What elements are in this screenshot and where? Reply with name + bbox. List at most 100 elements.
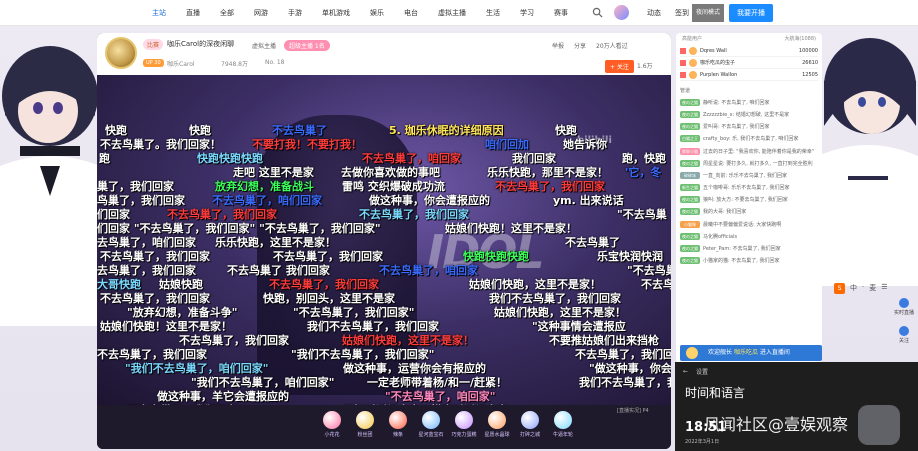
streamer-badge: 超级主播 1名 xyxy=(284,40,330,51)
chat-message[interactable]: 夜の之猫 小猫家的猫: 不去鸟巢了, 我们回家 xyxy=(680,255,818,267)
chat-message[interactable]: 夜の之猫 Zzzzzzbie_x: 结婚幻想破, 这里不是家 xyxy=(680,108,818,120)
rank-row[interactable]: Dqres Wall 100000 xyxy=(680,45,818,57)
ime-punct-toggle[interactable]: · xyxy=(862,283,864,294)
ime-lang-toggle[interactable]: 中 xyxy=(850,283,857,294)
flyout-title: 时间和语言 xyxy=(685,386,746,400)
start-live-button[interactable]: 我要开播 xyxy=(729,4,773,22)
gift-label: 粉丝团 xyxy=(357,432,373,438)
gift-bar: [直播实况] P4 小花花 粉丝团 辣条 星河蓝宝石 巧克力蛋糕 星愿水晶球 打碎之城 牛逼年… xyxy=(97,405,671,449)
nav-item-live[interactable]: 直播 xyxy=(176,8,210,18)
watch-count: 20万人看过 xyxy=(596,43,628,50)
tab-guard[interactable]: 大航海(1088) xyxy=(784,35,816,43)
gift-item[interactable]: 巧克力蛋糕 xyxy=(449,411,479,438)
chat-message[interactable]: 夜の之猫 我的大哥: 我们回家 xyxy=(680,206,818,218)
follow-button[interactable]: + 关注 xyxy=(605,60,634,73)
gift-label: 辣条 xyxy=(392,432,403,438)
gift-item[interactable]: 星河蓝宝石 xyxy=(416,411,446,438)
chat-message-text: 管道 xyxy=(680,87,691,94)
chat-message-text: crafty_boy: 乐, 我们不去鸟巢了, 咱们回家 xyxy=(703,136,799,143)
nav-item-home[interactable]: 主站 xyxy=(152,8,176,18)
share-button[interactable]: 分享 xyxy=(574,41,586,50)
chat-message[interactable]: 夜の之猫 周星星说: 要打多久, 就打多久, 一直打到完全胜利 xyxy=(680,157,818,169)
rank-user-name: Dqres Wall xyxy=(700,47,727,54)
nav-item-entertainment[interactable]: 娱乐 xyxy=(360,8,394,18)
gift-item[interactable]: 辣条 xyxy=(383,411,413,438)
anime-character-right-illustration xyxy=(818,38,918,286)
ime-mic-icon[interactable]: 麦 xyxy=(869,283,876,294)
danmaku-comment: "不去鸟巢 xyxy=(617,208,667,221)
danmaku-comment: 她告诉你 xyxy=(563,138,607,151)
streamer-avatar[interactable] xyxy=(105,37,137,69)
chat-message[interactable]: 胖胖小猫 过去的日子里: "我喜欢你, 能陪伴着你是我的荣幸" xyxy=(680,145,818,157)
welcome-name[interactable]: 咖乐吃瓜 xyxy=(734,349,758,356)
room-category[interactable]: 虚拟主播 xyxy=(252,41,276,50)
chat-message[interactable]: 小猫咪 晨曦中不要偏偏爱说话: 大家快跑啊 xyxy=(680,218,818,230)
gift-item[interactable]: 打碎之城 xyxy=(515,411,545,438)
fan-medal-badge: 新生之猫 xyxy=(680,184,700,192)
fan-medal-badge: 胖胖小猫 xyxy=(680,147,700,155)
report-button[interactable]: 举报 xyxy=(552,41,564,50)
back-arrow-icon[interactable]: ← xyxy=(683,368,688,375)
chat-message-text: 静听说: 不去鸟巢了, 咱们回家 xyxy=(703,99,770,106)
nav-item-study[interactable]: 学习 xyxy=(510,8,544,18)
chat-message[interactable]: 夜の之猫 Peter_Pam: 不去鸟巢了, 我们回家 xyxy=(680,242,818,254)
fan-medal-badge: 夜の之猫 xyxy=(680,245,700,253)
gift-icon xyxy=(554,411,572,429)
chat-message[interactable]: 夜の之猫 狼叫: 放大方: 不要去鸟巢了, 我们回家 xyxy=(680,194,818,206)
rank-row[interactable]: 咖乐吃瓜的虫子 26610 xyxy=(680,57,818,69)
chat-message[interactable]: 新生之猫 五个咖啡哥: 乐乐不去鸟巢了, 我们回家 xyxy=(680,182,818,194)
rank-score: 26610 xyxy=(802,59,818,66)
chat-message[interactable]: 夜の之猫 马化腾officials xyxy=(680,230,818,242)
fan-medal-badge: 夜の之猫 xyxy=(680,257,700,265)
nav-item-single-games[interactable]: 单机游戏 xyxy=(312,8,360,18)
follow-count: 1.6万 xyxy=(637,63,653,70)
dark-mode-button[interactable]: 夜间模式 xyxy=(692,4,724,22)
rank-user-avatar xyxy=(689,58,697,67)
chat-message[interactable]: 夜の之猫 静听说: 不去鸟巢了, 咱们回家 xyxy=(680,96,818,108)
tab-high-energy[interactable]: 高能用户 xyxy=(682,35,702,43)
rank-row[interactable]: Purplen Wallon 12505 xyxy=(680,69,818,81)
follow-side-button[interactable]: 关注 xyxy=(892,326,916,352)
realtime-live-button[interactable]: 实时直播 xyxy=(892,298,916,324)
chat-message[interactable]: 碎碎冰 一直_向前: 乐乐不去鸟巢了, 我们回家 xyxy=(680,169,818,181)
nav-item-mobile-games[interactable]: 手游 xyxy=(278,8,312,18)
streamer-name[interactable]: 咖乐Carol xyxy=(167,59,195,68)
side-buttons: 实时直播 关注 xyxy=(892,296,916,352)
nav-item-esports[interactable]: 赛事 xyxy=(544,8,578,18)
nav-item-all[interactable]: 全部 xyxy=(210,8,244,18)
anime-character-left-illustration xyxy=(0,46,100,326)
welcome-suffix: 进入直播间 xyxy=(759,349,790,356)
gift-item[interactable]: 小花花 xyxy=(317,411,347,438)
gift-icon xyxy=(455,411,473,429)
nav-items: 主站 直播 全部 网游 手游 单机游戏 娱乐 电台 虚拟主播 生活 学习 赛事 xyxy=(152,0,578,26)
chat-panel: 高能用户 大航海(1088) Dqres Wall 100000 咖乐吃瓜的虫子 26… xyxy=(676,33,822,363)
nav-link-dynamic[interactable]: 动态 xyxy=(640,8,668,18)
ime-menu-icon[interactable]: ☰ xyxy=(881,283,887,294)
chat-message[interactable]: 夜の之猫 爱叫哥: 不去鸟巢了, 我们回家 xyxy=(680,121,818,133)
nav-item-radio[interactable]: 电台 xyxy=(394,8,428,18)
user-avatar[interactable] xyxy=(614,5,629,20)
realtime-live-label: 实时直播 xyxy=(893,310,914,316)
video-stream[interactable]: IDOL bilibili 快跑 不去鸟巢了 5. 珈乐休眠的详细原因 快跑 快跑 不去鸟… xyxy=(97,75,671,405)
danmaku-comment: 我们不去鸟巢了，我们回家 xyxy=(579,376,671,389)
follow-side-label: 关注 xyxy=(898,338,909,344)
gift-icon xyxy=(323,411,341,429)
nav-item-vtuber[interactable]: 虚拟主播 xyxy=(428,8,476,18)
chat-message[interactable]: 管道 xyxy=(680,84,818,96)
room-number: No. 18 xyxy=(265,59,285,66)
sogou-ime-icon[interactable]: S xyxy=(834,283,845,294)
gift-icon xyxy=(521,411,539,429)
gift-item[interactable]: 粉丝团 xyxy=(350,411,380,438)
search-icon[interactable] xyxy=(592,7,603,18)
chat-message[interactable]: 白猫之王 crafty_boy: 乐, 我们不去鸟巢了, 咱们回家 xyxy=(680,133,818,145)
chat-message-text: 晨曦中不要偏偏爱说话: 大家快跑啊 xyxy=(703,221,782,228)
streamer-rank-tag: 比赛 xyxy=(143,39,164,50)
danmaku-comment: 姑娘们快跑！这里不是家！ xyxy=(445,222,577,235)
watermark-text: 风闻社区@壹娱观察 xyxy=(704,415,849,434)
gift-item[interactable]: 星愿水晶球 xyxy=(482,411,512,438)
nav-item-life[interactable]: 生活 xyxy=(476,8,510,18)
fan-medal-badge: 夜の之猫 xyxy=(680,196,700,204)
watermark-logo-icon xyxy=(858,405,900,445)
gift-item[interactable]: 牛逼年轮 xyxy=(548,411,578,438)
nav-item-online-games[interactable]: 网游 xyxy=(244,8,278,18)
